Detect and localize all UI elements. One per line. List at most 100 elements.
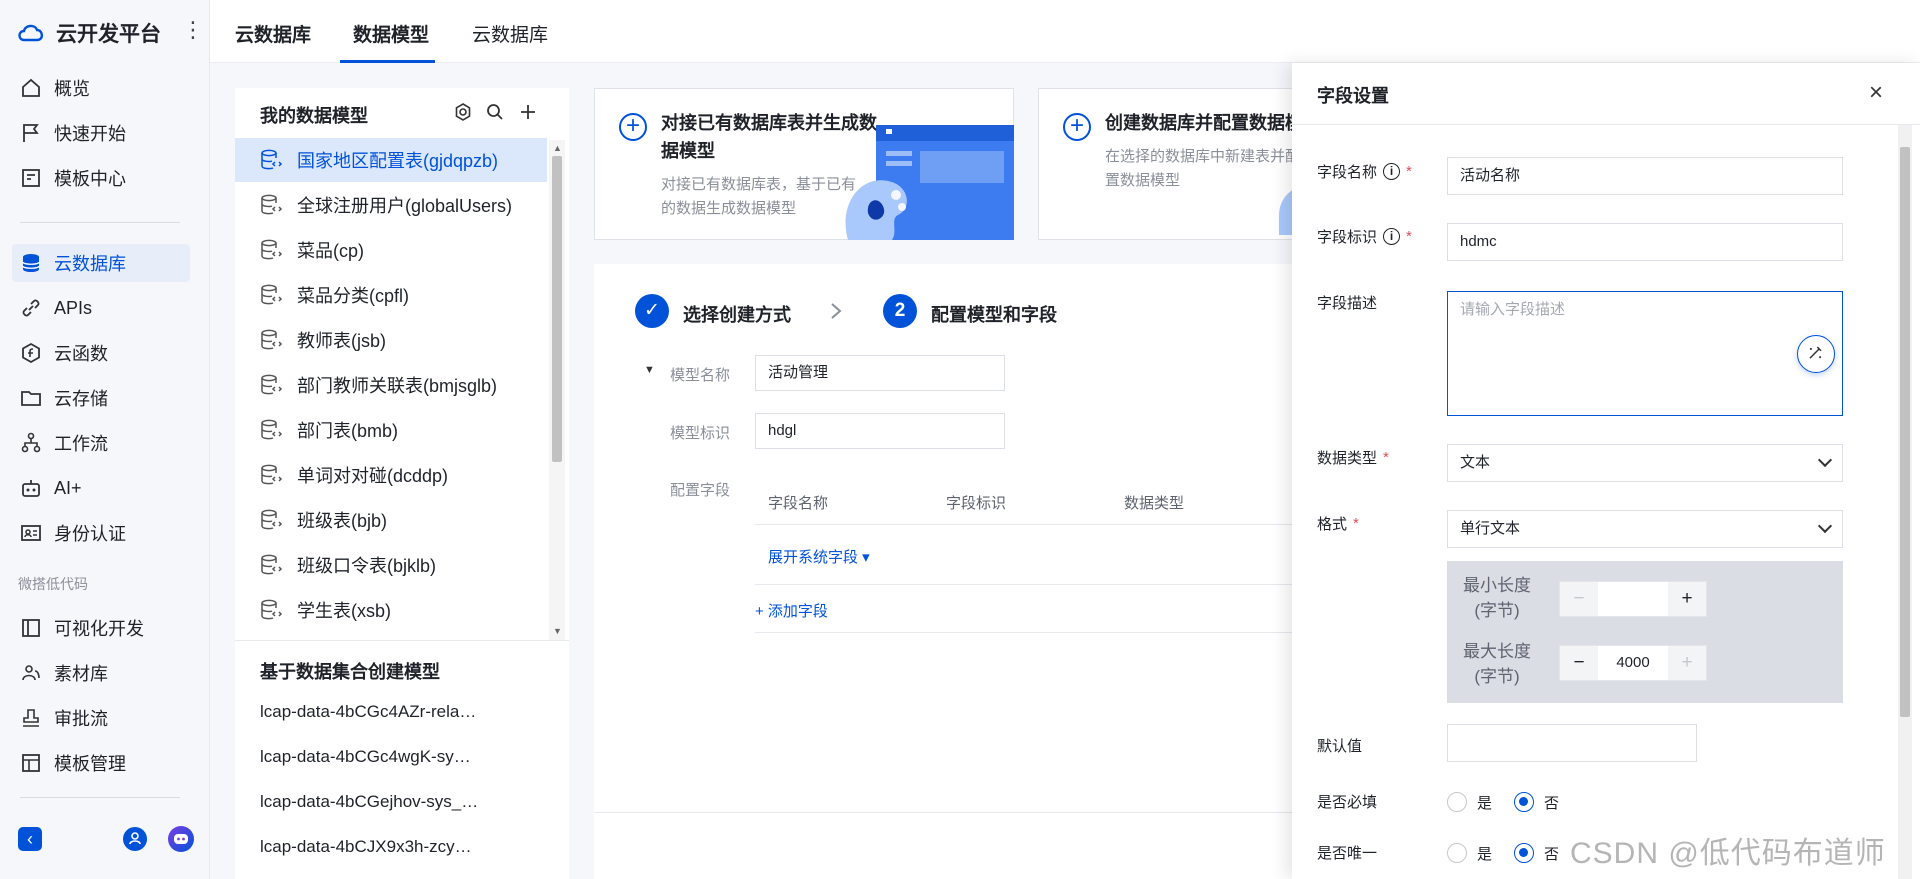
model-database-icon xyxy=(261,464,283,485)
required-yes-radio[interactable] xyxy=(1447,792,1467,812)
model-list-item[interactable]: 全球注册用户(globalUsers) xyxy=(235,183,547,227)
nav-item-approval[interactable]: 审批流 xyxy=(12,699,190,737)
close-icon[interactable]: × xyxy=(1869,81,1883,105)
dataset-item[interactable]: lcap-data-4bCGejhov-sys_… xyxy=(260,792,490,812)
model-list-item[interactable]: 学生表(xsb) xyxy=(235,588,547,632)
model-database-icon xyxy=(261,599,283,620)
min-length-stepper[interactable]: − + xyxy=(1559,581,1707,617)
app-brand[interactable]: 云开发平台 xyxy=(16,18,161,48)
model-list-item[interactable]: 部门表(bmb) xyxy=(235,408,547,452)
max-length-stepper[interactable]: − 4000 + xyxy=(1559,645,1707,681)
nav-item-ai[interactable]: AI+ xyxy=(12,469,190,507)
table-divider xyxy=(755,632,1294,633)
label-text: 字段标识 xyxy=(1317,229,1378,246)
fields-label: 配置字段 xyxy=(670,482,731,499)
format-select[interactable]: 单行文本 xyxy=(1447,510,1843,548)
nav-item-overview[interactable]: 概览 xyxy=(12,69,190,107)
scroll-up-icon[interactable]: ▲ xyxy=(553,143,562,153)
model-list-item[interactable]: 班级表(bjb) xyxy=(235,498,547,542)
radio-label: 是 xyxy=(1477,795,1493,812)
nav-item-template-manage[interactable]: 模板管理 xyxy=(12,744,190,782)
model-list-item[interactable]: 班级口令表(bjklb) xyxy=(235,543,547,587)
increment-icon[interactable]: + xyxy=(1668,582,1706,616)
unique-no-radio[interactable] xyxy=(1514,843,1534,863)
label-text: 字段描述 xyxy=(1317,295,1378,312)
required-no-radio[interactable] xyxy=(1514,792,1534,812)
more-menu-icon[interactable]: ⋮ xyxy=(182,19,204,41)
model-list-item[interactable]: 菜品分类(cpfl) xyxy=(235,273,547,317)
model-list-item[interactable]: 菜品(cp) xyxy=(235,228,547,272)
dataset-item[interactable]: lcap-data-4bCJX9x3h-zcy… xyxy=(260,837,490,857)
description-textarea[interactable]: 请输入字段描述 xyxy=(1447,291,1843,416)
model-name-input[interactable]: 活动管理 xyxy=(755,355,1005,391)
list-scroll-thumb[interactable] xyxy=(552,156,562,462)
info-icon[interactable]: i xyxy=(1383,228,1401,245)
nav-item-apis[interactable]: APIs xyxy=(12,289,190,327)
collapse-triangle-icon[interactable]: ▼ xyxy=(644,364,655,376)
add-field-link[interactable]: + 添加字段 xyxy=(755,600,828,621)
section-divider xyxy=(235,640,569,641)
nav-item-quickstart[interactable]: 快速开始 xyxy=(12,114,190,152)
drawer-scroll-thumb[interactable] xyxy=(1900,147,1910,717)
nav-item-functions[interactable]: 云函数 xyxy=(12,334,190,372)
increment-icon[interactable]: + xyxy=(1668,646,1706,680)
table-divider xyxy=(755,524,1294,525)
dataset-item[interactable]: lcap-data-4bCGc4wgK-sy… xyxy=(260,747,490,767)
collapse-nav-icon[interactable]: ‹ xyxy=(18,827,42,851)
nav-item-assets[interactable]: 素材库 xyxy=(12,654,190,692)
radio-label: 否 xyxy=(1544,795,1560,812)
nav-label: 身份认证 xyxy=(54,524,126,544)
tab-cloud-database-2[interactable]: 云数据库 xyxy=(472,20,548,47)
ai-generate-button[interactable] xyxy=(1797,335,1835,373)
link-icon xyxy=(22,299,40,317)
nav-item-workflow[interactable]: 工作流 xyxy=(12,424,190,462)
nav-label: 审批流 xyxy=(54,709,108,729)
nav-item-visual-dev[interactable]: 可视化开发 xyxy=(12,609,190,647)
add-model-icon[interactable] xyxy=(519,103,537,121)
chevron-down-icon xyxy=(1817,452,1833,468)
scroll-down-icon[interactable]: ▼ xyxy=(553,626,562,636)
field-id-label: 字段标识 i * xyxy=(1317,226,1412,247)
tab-cloud-database[interactable]: 云数据库 xyxy=(235,20,311,47)
info-icon[interactable]: i xyxy=(1383,163,1401,180)
active-tab-indicator xyxy=(340,60,435,63)
search-icon[interactable] xyxy=(486,103,504,121)
unique-yes-radio[interactable] xyxy=(1447,843,1467,863)
data-type-select[interactable]: 文本 xyxy=(1447,444,1843,482)
decrement-icon[interactable]: − xyxy=(1560,646,1598,680)
user-avatar-icon[interactable] xyxy=(123,827,147,851)
model-list-item[interactable]: 单词对对碰(dcddp) xyxy=(235,453,547,497)
model-list-item[interactable]: 部门教师关联表(bmjsglb) xyxy=(235,363,547,407)
nav-item-auth[interactable]: 身份认证 xyxy=(12,514,190,552)
expand-system-fields-link[interactable]: 展开系统字段 ▾ xyxy=(768,546,870,567)
nav-item-templates[interactable]: 模板中心 xyxy=(12,159,190,197)
chevron-right-icon xyxy=(831,303,842,319)
card-create-database[interactable]: + 创建数据库并配置数据模 在选择的数据库中新建表并配置数据模型 xyxy=(1038,88,1298,240)
settings-icon[interactable] xyxy=(454,103,472,121)
model-database-icon xyxy=(261,419,283,440)
decrement-icon[interactable]: − xyxy=(1560,582,1598,616)
nav-item-database[interactable]: 云数据库 xyxy=(12,244,190,282)
model-list-item[interactable]: 国家地区配置表(gjdqpzb) xyxy=(235,138,547,182)
required-mark: * xyxy=(1406,228,1412,245)
table-divider xyxy=(755,584,1294,585)
field-name-input[interactable]: 活动名称 xyxy=(1447,157,1843,195)
dataset-item[interactable]: lcap-data-4bCGc4AZr-rela… xyxy=(260,702,490,722)
max-length-value[interactable]: 4000 xyxy=(1598,646,1668,680)
tab-data-model[interactable]: 数据模型 xyxy=(353,20,429,47)
field-id-input[interactable]: hdmc xyxy=(1447,223,1843,261)
nav-label: 模板管理 xyxy=(54,754,126,774)
model-id-input[interactable]: hdgl xyxy=(755,413,1005,449)
model-label: 菜品(cp) xyxy=(297,241,364,261)
app-title: 云开发平台 xyxy=(56,23,161,46)
nav-item-storage[interactable]: 云存储 xyxy=(12,379,190,417)
field-name-label: 字段名称 i * xyxy=(1317,161,1412,182)
model-database-icon xyxy=(261,194,283,215)
default-value-input[interactable] xyxy=(1447,724,1697,762)
assistant-bot-icon[interactable] xyxy=(168,826,194,852)
model-list-item[interactable]: 教师表(jsb) xyxy=(235,318,547,362)
min-length-value[interactable] xyxy=(1598,582,1668,616)
model-database-icon xyxy=(261,374,283,395)
model-label: 学生表(xsb) xyxy=(297,601,391,621)
card-connect-existing[interactable]: + 对接已有数据库表并生成数据模型 对接已有数据库表，基于已有的数据生成数据模型 xyxy=(594,88,1014,240)
